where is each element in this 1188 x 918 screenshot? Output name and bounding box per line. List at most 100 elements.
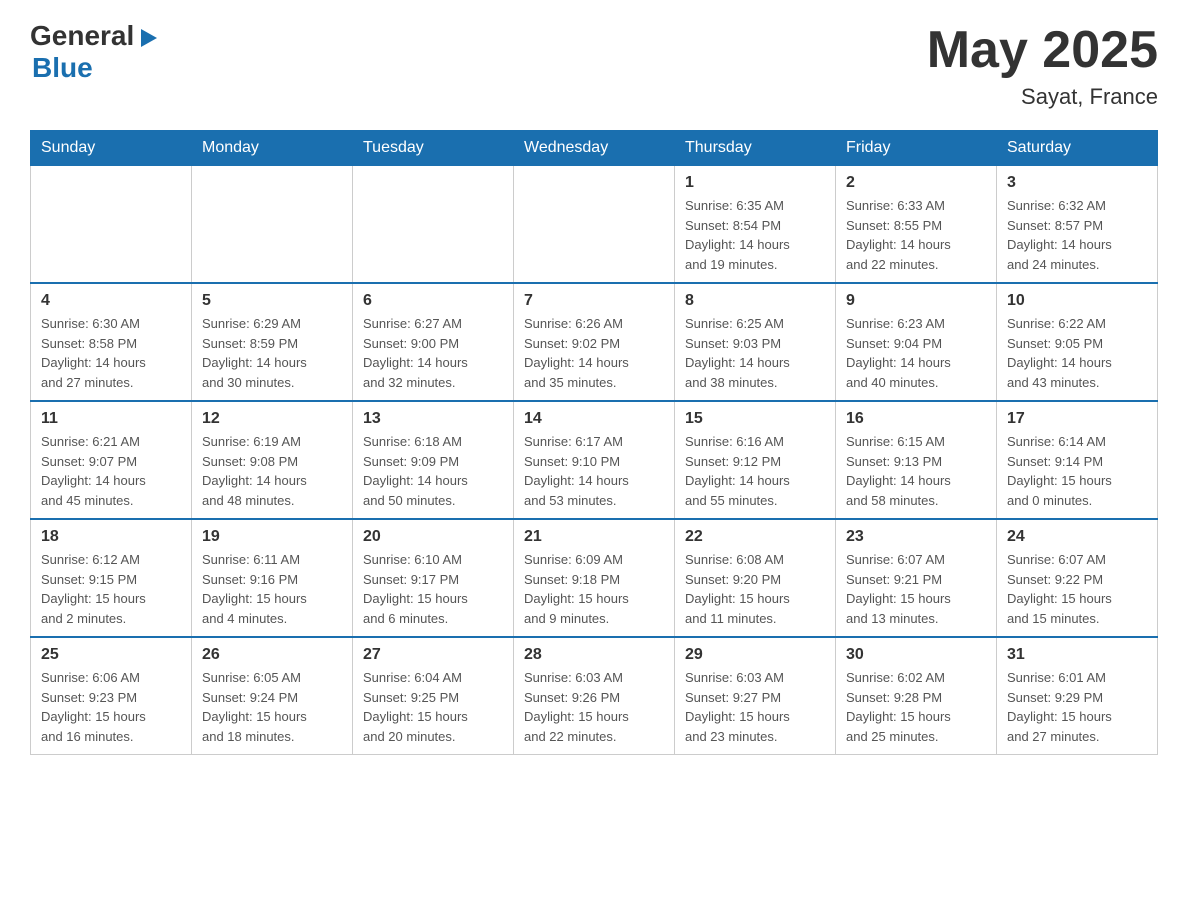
- location-subtitle: Sayat, France: [927, 84, 1158, 110]
- calendar-cell: 6 Sunrise: 6:27 AM Sunset: 9:00 PM Daylig…: [353, 283, 514, 401]
- calendar-cell: 13 Sunrise: 6:18 AM Sunset: 9:09 PM Dayli…: [353, 401, 514, 519]
- day-number: 21: [524, 528, 664, 546]
- calendar-header-row: SundayMondayTuesdayWednesdayThursdayFrid…: [31, 131, 1158, 166]
- day-info: Sunrise: 6:07 AM Sunset: 9:22 PM Dayligh…: [1007, 550, 1147, 628]
- day-info: Sunrise: 6:22 AM Sunset: 9:05 PM Dayligh…: [1007, 314, 1147, 392]
- calendar-cell: 28 Sunrise: 6:03 AM Sunset: 9:26 PM Dayli…: [514, 637, 675, 755]
- calendar-cell: 10 Sunrise: 6:22 AM Sunset: 9:05 PM Dayli…: [997, 283, 1158, 401]
- logo: General Blue: [30, 20, 159, 84]
- day-info: Sunrise: 6:30 AM Sunset: 8:58 PM Dayligh…: [41, 314, 181, 392]
- day-number: 1: [685, 174, 825, 192]
- calendar-week-row: 18 Sunrise: 6:12 AM Sunset: 9:15 PM Dayli…: [31, 519, 1158, 637]
- calendar-cell: 23Sunrise: 6:07 AM Sunset: 9:21 PM Dayli…: [836, 519, 997, 637]
- calendar-week-row: 4 Sunrise: 6:30 AM Sunset: 8:58 PM Daylig…: [31, 283, 1158, 401]
- day-info: Sunrise: 6:12 AM Sunset: 9:15 PM Dayligh…: [41, 550, 181, 628]
- day-number: 2: [846, 174, 986, 192]
- calendar-cell: 16 Sunrise: 6:15 AM Sunset: 9:13 PM Dayli…: [836, 401, 997, 519]
- calendar-week-row: 25Sunrise: 6:06 AM Sunset: 9:23 PM Dayli…: [31, 637, 1158, 755]
- day-number: 19: [202, 528, 342, 546]
- day-number: 7: [524, 292, 664, 310]
- day-number: 5: [202, 292, 342, 310]
- day-info: Sunrise: 6:11 AM Sunset: 9:16 PM Dayligh…: [202, 550, 342, 628]
- calendar-day-header: Monday: [192, 131, 353, 166]
- calendar-cell: [514, 166, 675, 284]
- calendar-cell: 4 Sunrise: 6:30 AM Sunset: 8:58 PM Daylig…: [31, 283, 192, 401]
- calendar-cell: 1 Sunrise: 6:35 AM Sunset: 8:54 PM Daylig…: [675, 166, 836, 284]
- day-number: 28: [524, 646, 664, 664]
- day-number: 16: [846, 410, 986, 428]
- calendar-cell: 14Sunrise: 6:17 AM Sunset: 9:10 PM Dayli…: [514, 401, 675, 519]
- calendar-cell: 30Sunrise: 6:02 AM Sunset: 9:28 PM Dayli…: [836, 637, 997, 755]
- day-number: 29: [685, 646, 825, 664]
- calendar-cell: 17 Sunrise: 6:14 AM Sunset: 9:14 PM Dayli…: [997, 401, 1158, 519]
- calendar-cell: [192, 166, 353, 284]
- calendar-day-header: Tuesday: [353, 131, 514, 166]
- day-number: 12: [202, 410, 342, 428]
- calendar-day-header: Friday: [836, 131, 997, 166]
- day-info: Sunrise: 6:09 AM Sunset: 9:18 PM Dayligh…: [524, 550, 664, 628]
- day-info: Sunrise: 6:16 AM Sunset: 9:12 PM Dayligh…: [685, 432, 825, 510]
- calendar-cell: 3 Sunrise: 6:32 AM Sunset: 8:57 PM Daylig…: [997, 166, 1158, 284]
- calendar-cell: [31, 166, 192, 284]
- day-info: Sunrise: 6:33 AM Sunset: 8:55 PM Dayligh…: [846, 196, 986, 274]
- day-number: 25: [41, 646, 181, 664]
- calendar-cell: 29 Sunrise: 6:03 AM Sunset: 9:27 PM Dayli…: [675, 637, 836, 755]
- day-number: 6: [363, 292, 503, 310]
- day-number: 17: [1007, 410, 1147, 428]
- day-number: 22: [685, 528, 825, 546]
- day-info: Sunrise: 6:03 AM Sunset: 9:27 PM Dayligh…: [685, 668, 825, 746]
- calendar-cell: 5 Sunrise: 6:29 AM Sunset: 8:59 PM Daylig…: [192, 283, 353, 401]
- calendar-cell: 22 Sunrise: 6:08 AM Sunset: 9:20 PM Dayli…: [675, 519, 836, 637]
- day-info: Sunrise: 6:10 AM Sunset: 9:17 PM Dayligh…: [363, 550, 503, 628]
- day-number: 30: [846, 646, 986, 664]
- day-number: 4: [41, 292, 181, 310]
- calendar-cell: 27Sunrise: 6:04 AM Sunset: 9:25 PM Dayli…: [353, 637, 514, 755]
- day-number: 8: [685, 292, 825, 310]
- calendar-week-row: 11 Sunrise: 6:21 AM Sunset: 9:07 PM Dayli…: [31, 401, 1158, 519]
- day-info: Sunrise: 6:27 AM Sunset: 9:00 PM Dayligh…: [363, 314, 503, 392]
- calendar-cell: [353, 166, 514, 284]
- day-info: Sunrise: 6:26 AM Sunset: 9:02 PM Dayligh…: [524, 314, 664, 392]
- day-number: 15: [685, 410, 825, 428]
- day-number: 13: [363, 410, 503, 428]
- calendar-cell: 19 Sunrise: 6:11 AM Sunset: 9:16 PM Dayli…: [192, 519, 353, 637]
- calendar-day-header: Wednesday: [514, 131, 675, 166]
- calendar-cell: 7 Sunrise: 6:26 AM Sunset: 9:02 PM Daylig…: [514, 283, 675, 401]
- calendar-day-header: Sunday: [31, 131, 192, 166]
- day-info: Sunrise: 6:23 AM Sunset: 9:04 PM Dayligh…: [846, 314, 986, 392]
- day-number: 11: [41, 410, 181, 428]
- calendar-cell: 9Sunrise: 6:23 AM Sunset: 9:04 PM Daylig…: [836, 283, 997, 401]
- calendar-table: SundayMondayTuesdayWednesdayThursdayFrid…: [30, 130, 1158, 755]
- day-number: 24: [1007, 528, 1147, 546]
- calendar-week-row: 1 Sunrise: 6:35 AM Sunset: 8:54 PM Daylig…: [31, 166, 1158, 284]
- day-info: Sunrise: 6:21 AM Sunset: 9:07 PM Dayligh…: [41, 432, 181, 510]
- calendar-cell: 12 Sunrise: 6:19 AM Sunset: 9:08 PM Dayli…: [192, 401, 353, 519]
- day-info: Sunrise: 6:05 AM Sunset: 9:24 PM Dayligh…: [202, 668, 342, 746]
- day-number: 3: [1007, 174, 1147, 192]
- calendar-cell: 20 Sunrise: 6:10 AM Sunset: 9:17 PM Dayli…: [353, 519, 514, 637]
- calendar-cell: 2 Sunrise: 6:33 AM Sunset: 8:55 PM Daylig…: [836, 166, 997, 284]
- day-info: Sunrise: 6:07 AM Sunset: 9:21 PM Dayligh…: [846, 550, 986, 628]
- day-info: Sunrise: 6:35 AM Sunset: 8:54 PM Dayligh…: [685, 196, 825, 274]
- day-number: 31: [1007, 646, 1147, 664]
- day-number: 18: [41, 528, 181, 546]
- day-info: Sunrise: 6:32 AM Sunset: 8:57 PM Dayligh…: [1007, 196, 1147, 274]
- day-info: Sunrise: 6:03 AM Sunset: 9:26 PM Dayligh…: [524, 668, 664, 746]
- day-info: Sunrise: 6:18 AM Sunset: 9:09 PM Dayligh…: [363, 432, 503, 510]
- day-info: Sunrise: 6:14 AM Sunset: 9:14 PM Dayligh…: [1007, 432, 1147, 510]
- logo-arrow-icon: [137, 27, 159, 49]
- calendar-day-header: Thursday: [675, 131, 836, 166]
- calendar-cell: 8Sunrise: 6:25 AM Sunset: 9:03 PM Daylig…: [675, 283, 836, 401]
- day-info: Sunrise: 6:29 AM Sunset: 8:59 PM Dayligh…: [202, 314, 342, 392]
- day-info: Sunrise: 6:19 AM Sunset: 9:08 PM Dayligh…: [202, 432, 342, 510]
- day-info: Sunrise: 6:08 AM Sunset: 9:20 PM Dayligh…: [685, 550, 825, 628]
- day-number: 20: [363, 528, 503, 546]
- title-section: May 2025 Sayat, France: [927, 20, 1158, 110]
- day-number: 10: [1007, 292, 1147, 310]
- month-year-title: May 2025: [927, 20, 1158, 80]
- calendar-cell: 21 Sunrise: 6:09 AM Sunset: 9:18 PM Dayli…: [514, 519, 675, 637]
- day-info: Sunrise: 6:01 AM Sunset: 9:29 PM Dayligh…: [1007, 668, 1147, 746]
- calendar-cell: 15 Sunrise: 6:16 AM Sunset: 9:12 PM Dayli…: [675, 401, 836, 519]
- day-info: Sunrise: 6:04 AM Sunset: 9:25 PM Dayligh…: [363, 668, 503, 746]
- day-info: Sunrise: 6:15 AM Sunset: 9:13 PM Dayligh…: [846, 432, 986, 510]
